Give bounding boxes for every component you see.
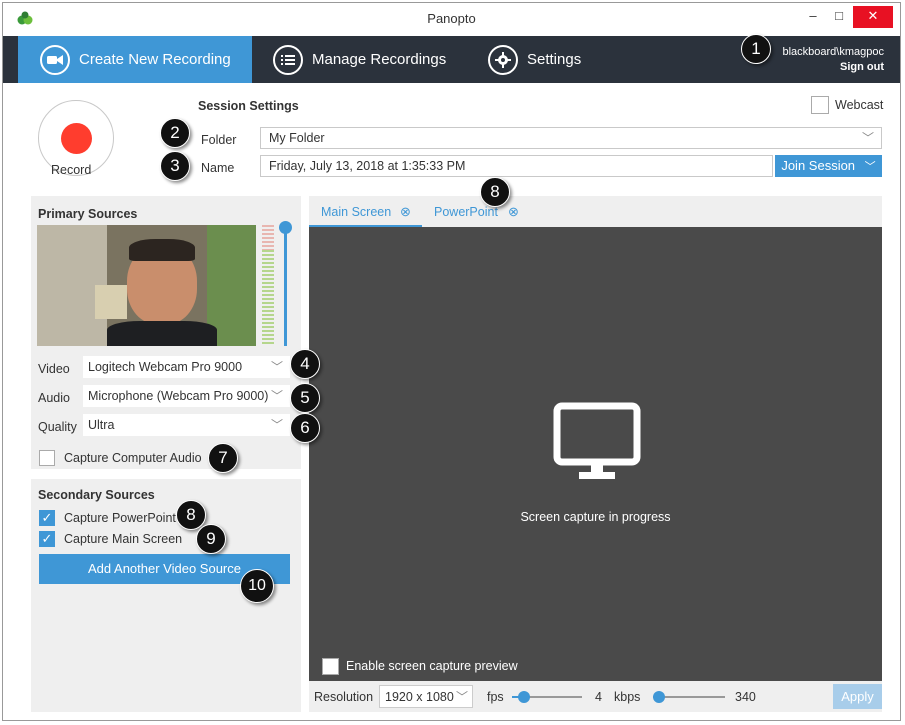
screen-preview-area: Screen capture in progress Enable screen… — [309, 227, 882, 681]
callout-badge: 6 — [290, 413, 320, 443]
maximize-button[interactable]: □ — [827, 6, 851, 28]
join-session-button[interactable]: Join Session ﹀ — [775, 155, 882, 177]
apply-button[interactable]: Apply — [833, 684, 882, 709]
webcast-label: Webcast — [835, 98, 884, 112]
audio-level-fill — [262, 250, 274, 346]
enable-preview-label: Enable screen capture preview — [346, 659, 518, 673]
tab-powerpoint-label: PowerPoint — [434, 205, 498, 219]
close-button[interactable]: ✕ — [853, 6, 893, 28]
audio-level-meter — [262, 225, 274, 346]
callout-badge: 4 — [290, 349, 320, 379]
capture-computer-audio-checkbox[interactable] — [39, 450, 55, 466]
secondary-sources-heading: Secondary Sources — [38, 488, 155, 502]
resolution-select[interactable]: 1920 x 1080 ﹀ — [379, 685, 473, 708]
capture-main-screen-label: Capture Main Screen — [64, 532, 183, 546]
folder-label: Folder — [201, 133, 237, 147]
tab-label: Create New Recording — [79, 51, 231, 68]
kbps-value: 340 — [735, 690, 756, 704]
session-name-input[interactable]: Friday, July 13, 2018 at 1:35:33 PM — [260, 155, 773, 177]
tab-create-new-recording[interactable]: Create New Recording — [18, 36, 252, 83]
record-label: Record — [51, 163, 92, 177]
fps-label: fps — [487, 690, 504, 704]
quality-select[interactable]: Ultra ﹀ — [83, 414, 290, 436]
fps-value: 4 — [595, 690, 602, 704]
kbps-label: kbps — [614, 690, 641, 704]
background-box — [95, 285, 127, 319]
close-tab-icon[interactable]: ⊗ — [508, 204, 519, 220]
capture-main-screen-checkbox[interactable]: ✓ — [39, 531, 55, 547]
tab-settings[interactable]: Settings — [488, 36, 581, 83]
audio-source-select[interactable]: Microphone (Webcam Pro 9000) ﹀ — [83, 385, 290, 407]
callout-badge: 5 — [290, 383, 320, 413]
screen-capture-status: Screen capture in progress — [520, 510, 671, 524]
folder-value: My Folder — [269, 131, 325, 145]
chevron-down-icon: ﹀ — [864, 161, 876, 173]
chevron-down-icon: ﹀ — [270, 418, 283, 432]
tab-main-screen-label: Main Screen — [321, 205, 392, 219]
list-icon — [273, 44, 303, 75]
primary-sources-heading: Primary Sources — [38, 207, 138, 221]
audio-source-value: Microphone (Webcam Pro 9000) — [88, 389, 269, 403]
capture-computer-audio-label: Capture Computer Audio — [64, 451, 202, 465]
callout-badge: 9 — [196, 524, 226, 554]
callout-badge: 10 — [240, 569, 274, 603]
audio-label: Audio — [38, 391, 70, 405]
video-label: Video — [38, 362, 70, 376]
resolution-value: 1920 x 1080 — [385, 690, 454, 704]
callout-badge: 7 — [208, 443, 238, 473]
tab-main-screen[interactable]: Main Screen ⊗ — [309, 196, 422, 227]
quality-value: Ultra — [88, 418, 115, 432]
minimize-button[interactable]: – — [800, 6, 826, 28]
video-camera-icon — [40, 44, 70, 75]
folder-select[interactable]: My Folder ﹀ — [260, 127, 882, 149]
chevron-down-icon: ﹀ — [270, 360, 283, 374]
capture-settings-bar: Resolution 1920 x 1080 ﹀ fps 4 kbps 340 … — [309, 681, 882, 712]
person-hair — [129, 239, 195, 261]
callout-badge: 8 — [176, 500, 206, 530]
person-shirt — [107, 321, 217, 346]
video-source-select[interactable]: Logitech Webcam Pro 9000 ﹀ — [83, 356, 290, 378]
kbps-slider-handle[interactable] — [653, 691, 665, 703]
gear-icon — [488, 44, 518, 75]
fps-slider-handle[interactable] — [518, 691, 530, 703]
capture-powerpoint-checkbox[interactable]: ✓ — [39, 510, 55, 526]
name-label: Name — [201, 161, 235, 175]
window-title: Panopto — [427, 11, 476, 26]
callout-badge: 3 — [160, 151, 190, 181]
chevron-down-icon: ﹀ — [455, 690, 468, 704]
close-tab-icon[interactable]: ⊗ — [400, 204, 411, 220]
username: blackboard\kmagpoc — [782, 46, 884, 58]
monitor-icon — [553, 402, 641, 479]
webcam-preview — [37, 225, 256, 346]
callout-badge: 2 — [160, 118, 190, 148]
chevron-down-icon: ﹀ — [270, 389, 283, 403]
volume-slider-track[interactable] — [284, 228, 287, 346]
resolution-label: Resolution — [314, 690, 374, 704]
quality-label: Quality — [38, 420, 77, 434]
tab-powerpoint[interactable]: PowerPoint ⊗ — [422, 196, 532, 227]
session-settings-heading: Session Settings — [198, 99, 299, 113]
volume-slider-handle[interactable] — [279, 221, 292, 234]
title-bar: Panopto – □ ✕ — [3, 3, 900, 33]
tab-manage-recordings[interactable]: Manage Recordings — [273, 36, 446, 83]
callout-badge: 1 — [741, 34, 771, 64]
panopto-window: Panopto – □ ✕ Create New Recording Manag… — [2, 2, 901, 721]
tab-label: Settings — [527, 51, 582, 68]
webcast-checkbox[interactable] — [811, 96, 829, 114]
user-area: blackboard\kmagpoc Sign out — [782, 45, 884, 75]
record-dot-icon — [61, 123, 92, 154]
enable-preview-checkbox[interactable] — [322, 658, 339, 675]
tab-label: Manage Recordings — [312, 51, 447, 68]
join-session-label: Join Session — [781, 158, 856, 173]
capture-powerpoint-label: Capture PowerPoint — [64, 511, 176, 525]
callout-badge: 8 — [480, 177, 510, 207]
video-source-value: Logitech Webcam Pro 9000 — [88, 360, 243, 374]
preview-tab-bar: Main Screen ⊗ PowerPoint ⊗ — [309, 196, 882, 227]
chevron-down-icon: ﹀ — [861, 131, 874, 145]
primary-sources-panel: Primary Sources Video Logitech Webcam Pr… — [31, 196, 301, 469]
sign-out-link[interactable]: Sign out — [782, 60, 884, 75]
